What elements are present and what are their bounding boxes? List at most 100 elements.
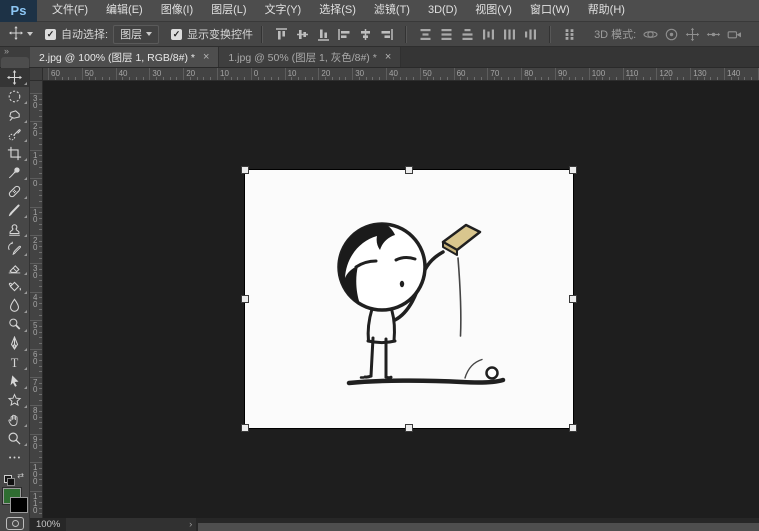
tools-panel-header[interactable]: » (0, 47, 30, 67)
distribute-left-button[interactable] (479, 25, 498, 43)
distribute-top-button[interactable] (416, 25, 435, 43)
tool-flyout-icon (24, 253, 27, 256)
status-bar: 100% › (30, 518, 759, 531)
eyedropper-tool[interactable] (0, 163, 29, 182)
menu-item-4[interactable]: 文字(Y) (256, 0, 311, 21)
swap-colors-icon[interactable]: ⇄ (17, 472, 24, 480)
ruler-label: 1 0 0 (33, 464, 37, 485)
transform-handle[interactable] (405, 424, 413, 432)
eraser-tool[interactable] (0, 258, 29, 277)
align-right-button[interactable] (377, 25, 396, 43)
vertical-ruler[interactable]: 3 02 01 001 02 03 04 05 06 07 08 09 01 0… (30, 81, 43, 518)
align-vertical-center-button[interactable] (293, 25, 312, 43)
path-selection-tool[interactable] (0, 372, 29, 391)
custom-shape-tool[interactable] (0, 391, 29, 410)
separator (405, 26, 407, 43)
menu-item-0[interactable]: 文件(F) (43, 0, 97, 21)
tool-flyout-icon (24, 329, 27, 332)
tool-flyout-icon (24, 348, 27, 351)
menu-item-3[interactable]: 图层(L) (202, 0, 255, 21)
separator (549, 26, 551, 43)
paint-bucket-tool[interactable] (0, 277, 29, 296)
healing-brush-tool[interactable] (0, 182, 29, 201)
tool-flyout-icon (24, 215, 27, 218)
3d-roll-button[interactable] (662, 25, 681, 43)
edit-toolbar-button[interactable] (0, 448, 29, 467)
distribute-vertical-center-button[interactable] (437, 25, 456, 43)
horizontal-scrollbar[interactable] (198, 523, 759, 531)
default-colors-button[interactable]: ⇄ (4, 472, 24, 485)
tab-close-icon[interactable]: × (385, 51, 391, 63)
marquee-tool[interactable] (0, 87, 29, 106)
distribute-spacing-button[interactable] (560, 25, 579, 43)
align-top-button[interactable] (272, 25, 291, 43)
menu-item-6[interactable]: 滤镜(T) (365, 0, 419, 21)
photoshop-logo: Ps (0, 0, 37, 22)
transform-handle[interactable] (569, 295, 577, 303)
3d-pan-button[interactable] (683, 25, 702, 43)
document-info-field[interactable]: › (66, 518, 196, 531)
dodge-tool[interactable] (0, 315, 29, 334)
pen-tool[interactable] (0, 334, 29, 353)
zoom-tool[interactable] (0, 429, 29, 448)
3d-orbit-button[interactable] (641, 25, 660, 43)
clone-stamp-tool[interactable] (0, 220, 29, 239)
move-tool[interactable] (0, 68, 29, 87)
tab-close-icon[interactable]: × (203, 51, 209, 63)
menu-item-1[interactable]: 编辑(E) (97, 0, 152, 21)
zoom-level-field[interactable]: 100% (30, 519, 66, 530)
lasso-tool[interactable] (0, 106, 29, 125)
auto-select-checkbox[interactable]: ✓ (45, 29, 56, 40)
crop-tool[interactable] (0, 144, 29, 163)
3d-slide-button[interactable] (704, 25, 723, 43)
3d-zoom-camera-button[interactable] (725, 25, 744, 43)
canvas-area[interactable] (43, 81, 759, 518)
document-tab-0[interactable]: 2.jpg @ 100% (图层 1, RGB/8#) * × (30, 47, 218, 67)
ruler-label: 8 0 (33, 407, 37, 421)
menu-item-8[interactable]: 视图(V) (466, 0, 521, 21)
auto-select-dropdown[interactable]: 图层 (113, 25, 159, 44)
distribute-right-button[interactable] (521, 25, 540, 43)
hand-tool[interactable] (0, 410, 29, 429)
ruler-label: 1 0 (33, 152, 37, 166)
distribute-bottom-button[interactable] (458, 25, 477, 43)
history-brush-tool[interactable] (0, 239, 29, 258)
align-horizontal-center-button[interactable] (356, 25, 375, 43)
chevron-down-icon (146, 32, 152, 36)
transform-handle[interactable] (569, 166, 577, 174)
collapse-panel-icon[interactable]: » (4, 46, 9, 56)
menu-item-9[interactable]: 窗口(W) (521, 0, 579, 21)
horizontal-ruler[interactable]: 6050403020100102030405060708090100110120… (43, 68, 759, 81)
transform-handle[interactable] (405, 166, 413, 174)
document-tab-1[interactable]: 1.jpg @ 50% (图层 1, 灰色/8#) *× (218, 47, 401, 67)
tool-flyout-icon (24, 272, 27, 275)
transform-handle[interactable] (241, 166, 249, 174)
blur-tool[interactable] (0, 296, 29, 315)
align-left-button[interactable] (335, 25, 354, 43)
quick-mask-mode-button[interactable] (6, 517, 24, 530)
ruler-label: 4 0 (33, 294, 37, 308)
brush-tool[interactable] (0, 201, 29, 220)
quick-selection-tool[interactable] (0, 125, 29, 144)
tool-flyout-icon (24, 82, 27, 85)
menu-item-7[interactable]: 3D(D) (419, 0, 466, 21)
transform-handle[interactable] (241, 424, 249, 432)
transform-handle[interactable] (569, 424, 577, 432)
document-canvas[interactable] (245, 170, 573, 428)
show-transform-checkbox[interactable]: ✓ (171, 29, 182, 40)
transform-handle[interactable] (241, 295, 249, 303)
3d-mode-label: 3D 模式: (594, 26, 636, 42)
status-flyout-chevron-icon[interactable]: › (189, 519, 192, 530)
menu-item-2[interactable]: 图像(I) (152, 0, 202, 21)
background-color-swatch[interactable] (10, 497, 28, 513)
menu-item-5[interactable]: 选择(S) (310, 0, 365, 21)
align-bottom-button[interactable] (314, 25, 333, 43)
current-tool-button[interactable] (9, 26, 33, 43)
menu-item-10[interactable]: 帮助(H) (579, 0, 634, 21)
type-tool[interactable]: T (0, 353, 29, 372)
tab-title: 2.jpg @ 100% (图层 1, RGB/8#) * (39, 50, 195, 65)
tool-flyout-icon (24, 291, 27, 294)
tool-flyout-icon (24, 120, 27, 123)
distribute-horizontal-center-button[interactable] (500, 25, 519, 43)
show-transform-label: 显示变换控件 (187, 26, 253, 42)
